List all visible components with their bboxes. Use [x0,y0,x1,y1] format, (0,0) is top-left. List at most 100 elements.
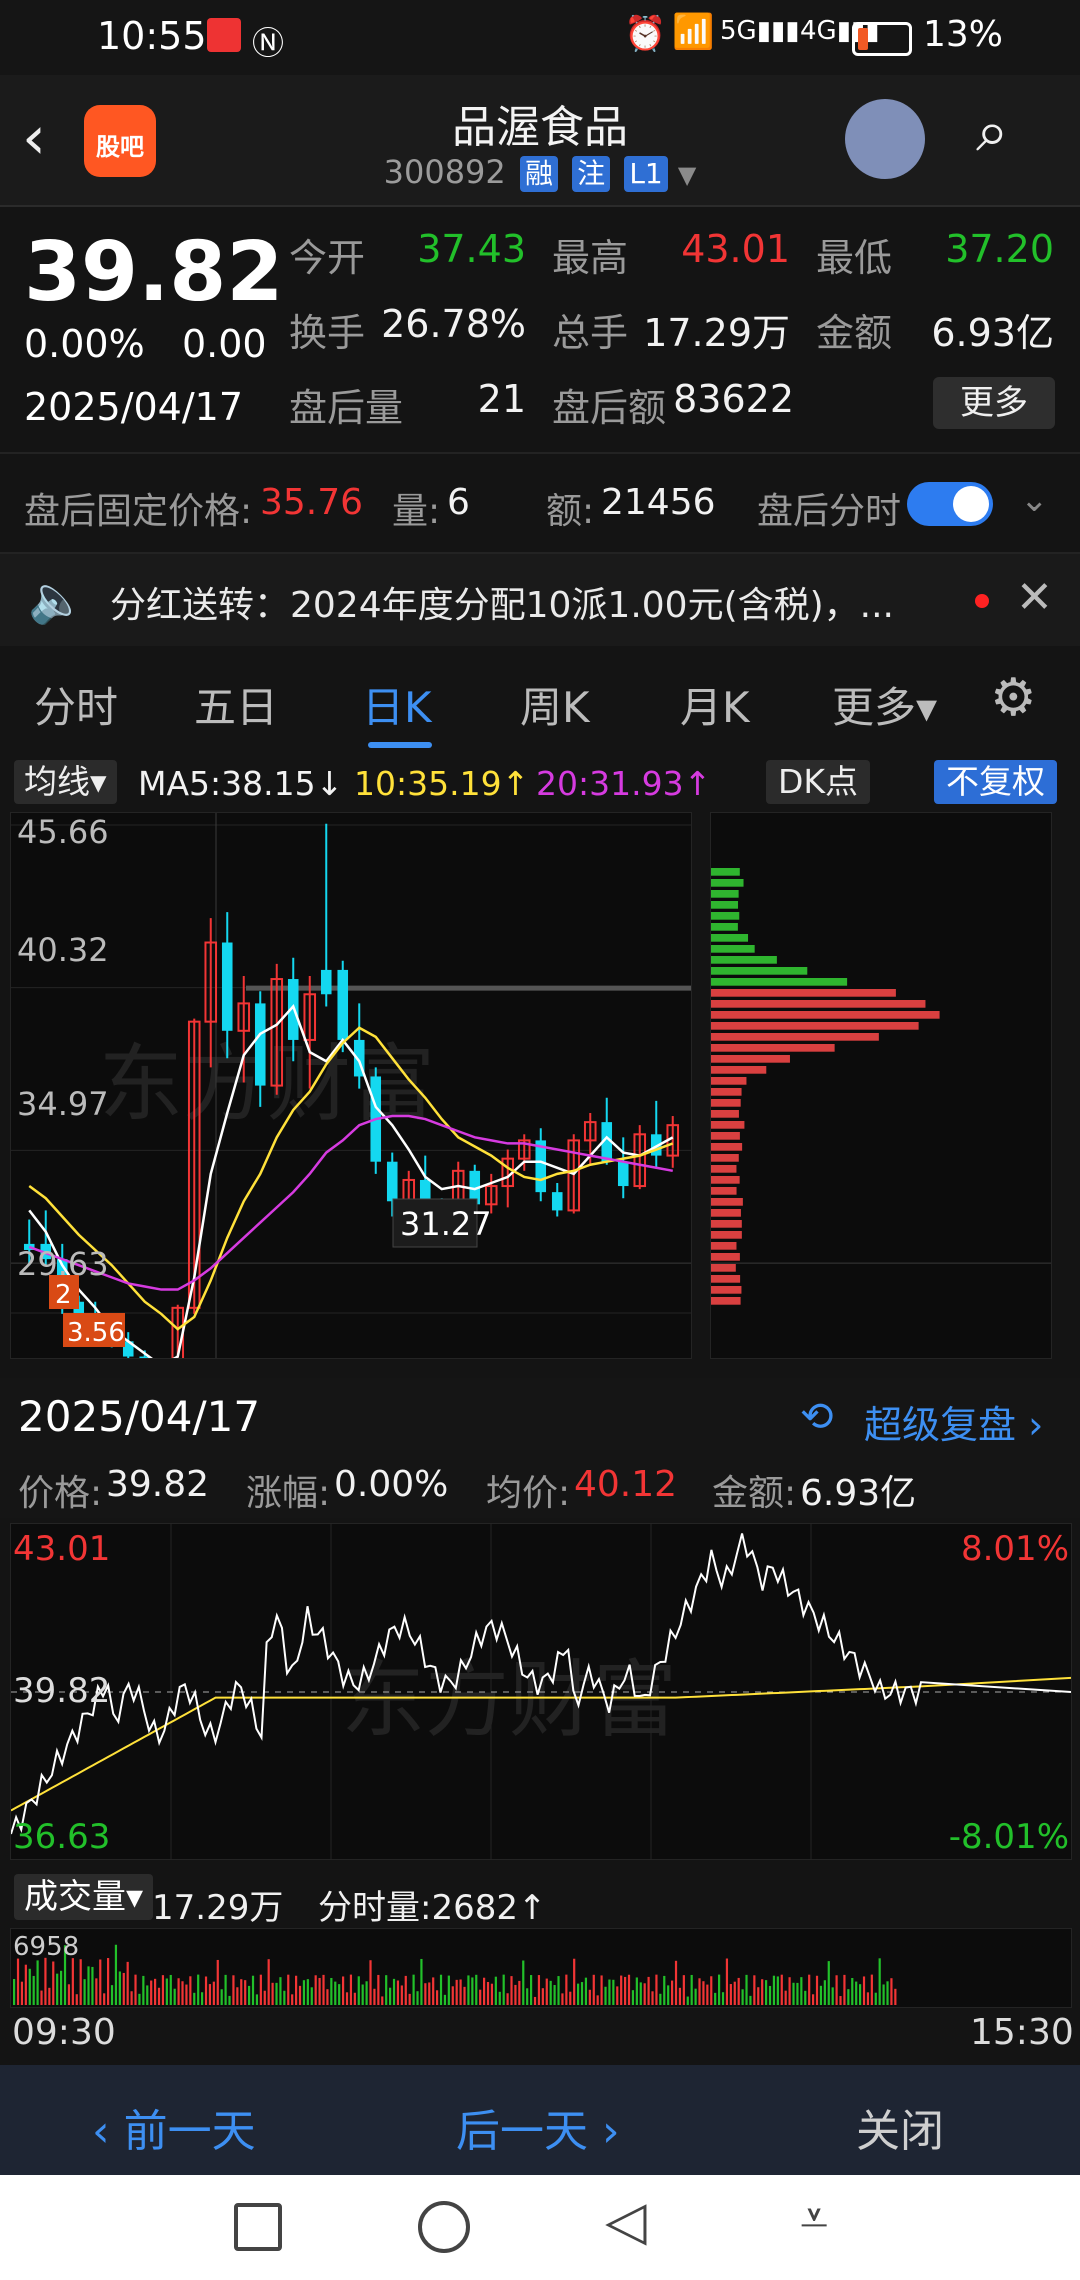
volume-bar [655,1974,658,2005]
cursor-value: 31.27 [400,1205,492,1243]
volume-bar [690,1974,693,2005]
tab-daily-k[interactable]: 日K [362,674,432,735]
chevron-down-icon[interactable]: ⌄ [1020,480,1049,520]
tab-five-day[interactable]: 五日 [194,674,278,735]
notification-pull-icon[interactable]: ⩡ [800,2189,828,2248]
recents-icon[interactable] [234,2203,282,2251]
history-clock-icon[interactable]: ⟲ [800,1394,834,1440]
afterhours-timeshare-toggle[interactable] [907,482,993,526]
volume-bar [130,1991,133,2005]
volume-bar [287,1974,290,2005]
volume-bar [819,1985,823,2005]
home-icon[interactable] [418,2201,470,2253]
volume-bar [483,1977,486,2005]
volume-max-label: 6958 [13,1932,79,1962]
low-value: 37.20 [945,227,1054,271]
volume-bar [349,1974,353,2005]
volume-bar [592,1974,595,2005]
volume-bar [745,1974,748,2005]
volume-bar [436,1990,439,2005]
previous-day-button[interactable]: ‹ 前一天 [92,2095,256,2159]
volume-selector[interactable]: 成交量▾ [14,1874,154,1920]
profile-bar [711,1132,740,1140]
volume-bar [208,1984,212,2005]
active-tab-indicator [368,742,432,748]
profile-bar [711,1286,742,1294]
candle-body [337,969,349,1040]
volume-bar [353,1992,356,2005]
volume-bar [561,1993,564,2005]
volume-bar [855,1981,858,2005]
profile-bar [711,1121,745,1129]
ma10-label: 10:35.19↑ [354,764,530,803]
unread-dot [975,594,989,608]
stock-header: ‹ 股吧 品渥食品 300892 融 注 L1 ▼ ⌕ [0,75,1080,207]
tab-weekly-k[interactable]: 周K [520,674,590,735]
tab-intraday[interactable]: 分时 [34,674,118,735]
price-value: 39.82 [106,1464,210,1505]
volume-bar [52,1961,55,2005]
fixed-amt-value: 21456 [601,482,716,523]
low-label: 最低 [816,236,893,280]
volume-bar [126,1961,129,2005]
profile-bar [711,1055,790,1063]
volume-bar [181,1981,184,2005]
volume-bar [866,1992,870,2005]
profile-bar [711,956,777,964]
tab-monthly-k[interactable]: 月K [680,674,750,735]
volume-bar [765,1980,768,2005]
dividend-notice[interactable]: 🔈 分红送转：2024年度分配10派1.00元(含税)，... ✕ [0,552,1080,648]
turnover-label: 换手 [289,311,366,355]
volume-bar [510,1976,513,2005]
watch-tag: 注 [572,156,611,192]
tab-more[interactable]: 更多▾ [832,674,937,735]
volume-bar [306,1979,309,2005]
volume-bar [240,1979,243,2005]
marker-label-3.56: 3.56 [67,1318,125,1348]
open-value: 37.43 [417,227,526,271]
volume-bar [835,1975,838,2005]
profile-bar [711,1000,926,1008]
back-icon[interactable]: ◁ [605,2189,647,2252]
profile-bar [711,1011,940,1019]
volume-bar [537,1975,541,2005]
search-icon[interactable]: ⌕ [976,97,1008,166]
candle-body [551,1192,563,1211]
volume-value: 17.29万 [643,311,790,355]
intraday-low: 36.63 [13,1817,110,1857]
volume-bar [177,1978,180,2005]
volume-bar [674,1960,678,2005]
next-day-button[interactable]: 后一天 › [456,2095,620,2159]
close-button[interactable]: 关闭 [856,2095,944,2159]
volume-total: 17.29万 [152,1888,284,1928]
fixed-amt-label: 额: [546,491,595,532]
profile-bar [711,1154,739,1162]
candle-body [386,1161,398,1202]
volume-bar [620,1975,623,2005]
volume-bar [16,1958,20,2005]
volume-bar [389,1987,392,2005]
volume-bar [882,1984,885,2005]
ma-selector[interactable]: 均线▾ [14,760,117,804]
volume-bar [295,1975,298,2005]
volume-bar [737,1977,740,2005]
gear-icon[interactable]: ⚙ [990,668,1037,728]
close-icon[interactable]: ✕ [1016,572,1053,623]
more-button[interactable]: 更多 [933,377,1055,429]
dk-point-button[interactable]: DK点 [766,760,871,804]
volume-bar [87,1966,90,2005]
no-adjust-button[interactable]: 不复权 [934,760,1057,804]
volume-bar [686,1996,689,2005]
volume-bar [263,1990,266,2005]
profile-bar [711,1253,740,1261]
volume-bar [228,1995,231,2005]
intraday-chart[interactable]: 东方财富 43.01 39.82 36.63 8.01% -8.01% [10,1523,1072,1860]
status-time: 10:55 [97,14,207,58]
robot-assistant-icon[interactable] [845,99,925,179]
volume-bar [780,1974,783,2005]
volume-bar [447,1975,450,2005]
stock-code: 300892 [383,153,506,191]
volume-bar [326,1989,329,2005]
kline-chart[interactable]: 东方财富 45.66 40.32 34.97 29.63 2 3.56 31.2… [10,812,692,1359]
super-review-link[interactable]: 超级复盘 › [864,1394,1043,1449]
